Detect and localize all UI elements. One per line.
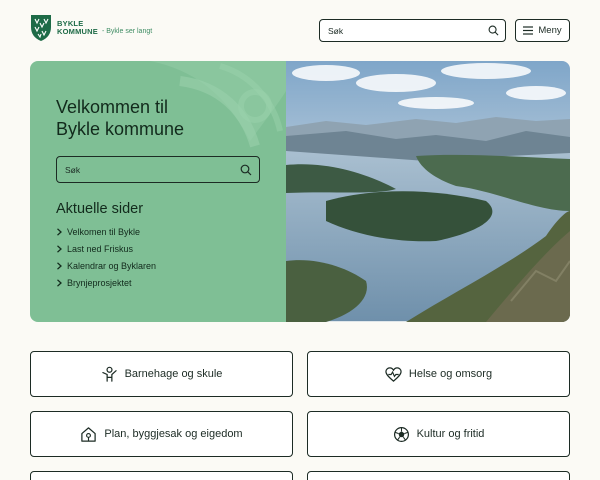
site-header: BYKLE KOMMUNE - Bykle ser langt Meny (0, 0, 600, 60)
featured-link-label: Kalendrar og Byklaren (67, 260, 157, 271)
tile-plan-byggjesak-og-eigedom[interactable]: Plan, byggjesak og eigedom (30, 411, 293, 457)
heart-pulse-icon (385, 366, 402, 382)
hero-title: Velkommen til Bykle kommune (56, 96, 184, 140)
child-icon (101, 366, 117, 382)
featured-link-label: Brynjeprosjektet (67, 277, 132, 288)
chevron-right-icon (57, 244, 62, 253)
chevron-right-icon (57, 278, 62, 287)
featured-links: Velkomen til Bykle Last ned Friskus Kale… (56, 223, 156, 291)
hero-title-line-2: Bykle kommune (56, 119, 185, 139)
featured-link[interactable]: Last ned Friskus (56, 240, 156, 257)
hero-search-input[interactable] (65, 162, 225, 178)
landscape-photo (286, 61, 570, 322)
search-icon[interactable] (488, 25, 499, 36)
tile-barnehage-og-skule[interactable]: Barnehage og skule (30, 351, 293, 397)
chevron-right-icon (57, 261, 62, 270)
tile-helse-og-omsorg[interactable]: Helse og omsorg (307, 351, 570, 397)
tile-label: Barnehage og skule (124, 368, 223, 380)
tile-label: Plan, byggjesak og eigedom (104, 428, 243, 440)
search-icon[interactable] (240, 164, 252, 176)
header-search (319, 19, 506, 42)
logo-tagline: - Bykle ser langt (101, 27, 153, 35)
chevron-right-icon (57, 227, 62, 236)
hamburger-icon (523, 26, 534, 35)
featured-link-label: Last ned Friskus (67, 243, 134, 254)
section-title: Aktuelle sider (56, 201, 144, 217)
hero-search (56, 156, 260, 183)
hero-banner: Velkommen til Bykle kommune Aktuelle sid… (30, 61, 570, 322)
ball-icon (393, 426, 409, 442)
menu-button[interactable]: Meny (515, 19, 570, 42)
logo-wordmark: BYKLE KOMMUNE (57, 20, 98, 36)
header-search-input[interactable] (328, 23, 478, 38)
hero-title-line-1: Velkommen til (56, 97, 169, 117)
featured-link[interactable]: Brynjeprosjektet (56, 274, 156, 291)
menu-label: Meny (538, 25, 562, 36)
tile-partial[interactable] (307, 471, 570, 480)
coat-of-arms-icon (31, 15, 51, 41)
tile-kultur-og-fritid[interactable]: Kultur og fritid (307, 411, 570, 457)
featured-link[interactable]: Velkomen til Bykle (56, 223, 156, 240)
site-logo[interactable]: BYKLE KOMMUNE - Bykle ser langt (30, 14, 152, 42)
featured-link-label: Velkomen til Bykle (67, 226, 141, 237)
tagline-text: Bykle ser langt (106, 27, 153, 35)
logo-line-2: KOMMUNE (57, 27, 98, 36)
tile-partial[interactable] (30, 471, 293, 480)
tile-label: Kultur og fritid (416, 428, 485, 440)
featured-link[interactable]: Kalendrar og Byklaren (56, 257, 156, 274)
house-icon (81, 426, 97, 442)
hero-panel: Velkommen til Bykle kommune Aktuelle sid… (30, 61, 286, 322)
tile-label: Helse og omsorg (408, 368, 493, 380)
